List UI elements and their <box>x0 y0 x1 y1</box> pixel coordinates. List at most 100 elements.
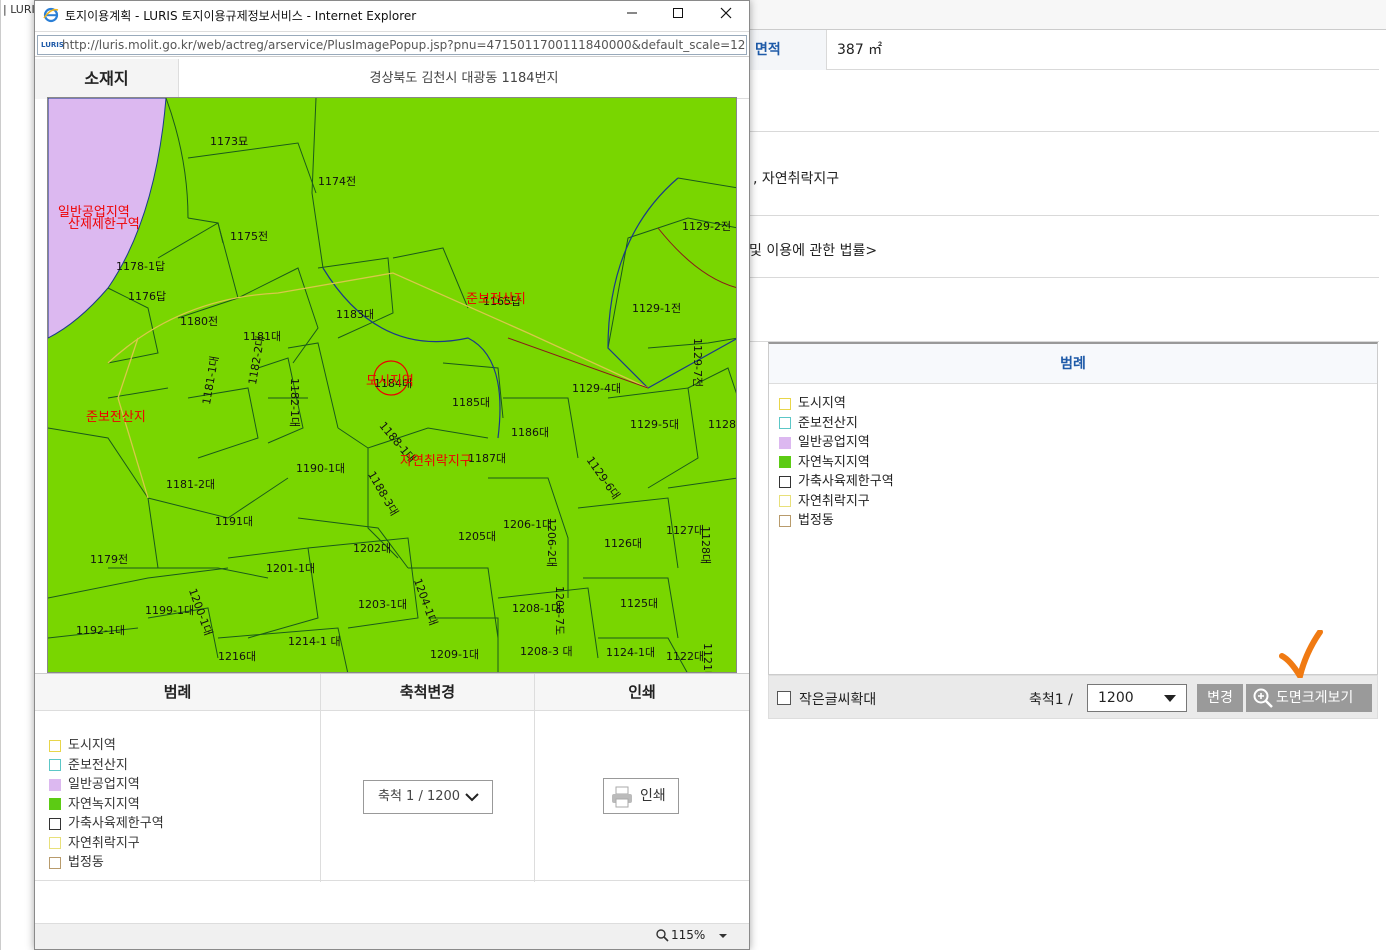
popup-scale-select[interactable]: 축척 1 / 1200 <box>363 780 493 814</box>
zone-label: 도시지역 <box>366 374 414 389</box>
legend-item: 도시지역 <box>779 394 1377 414</box>
main-legend-panel: 범례 도시지역 준보전산지 일반공업지역 자연녹지지역 가축사육제한구역 자연취락지구 법정… <box>768 342 1378 675</box>
parcel-label: 1202대 <box>353 542 392 555</box>
parcel-label: 1208-3 대 <box>520 645 573 658</box>
scale-select-value: 1200 <box>1098 690 1134 706</box>
scale-select[interactable]: 1200 <box>1087 684 1187 712</box>
popup-legend-list: 도시지역준보전산지일반공업지역자연녹지지역가축사육제한구역자연취락지구법정동 <box>35 711 320 873</box>
parcel-label: 1175전 <box>230 230 269 243</box>
minimize-icon <box>627 12 637 14</box>
area-label: 면적 <box>749 30 827 70</box>
address-field[interactable]: LURIS http://luris.molit.go.kr/web/actre… <box>37 35 747 55</box>
parcel-label: 1180전 <box>180 315 219 328</box>
legend-label: 자연취락지구 <box>68 835 140 851</box>
parcel-label: 1125대 <box>620 597 659 610</box>
legend-label: 자연취락지구 <box>798 493 870 509</box>
legend-label: 도시지역 <box>798 396 846 411</box>
area-value: 387 ㎡ <box>837 42 883 58</box>
legend-label: 가축사육제한구역 <box>798 474 894 489</box>
parcel-label: 1203-1대 <box>358 598 408 611</box>
small-font-label: 작은글씨확대 <box>799 692 877 708</box>
background-top-strip <box>748 0 1386 30</box>
popup-scale-head: 축척변경 <box>321 674 534 711</box>
zone-label: 산제제한구역 <box>68 217 140 232</box>
main-legend-title: 범례 <box>769 344 1377 384</box>
maximize-icon <box>673 8 683 18</box>
popup-scale-value: 축척 1 / 1200 <box>378 789 461 804</box>
change-scale-button[interactable]: 변경 <box>1197 684 1243 712</box>
zoom-level[interactable]: 115% <box>657 928 705 942</box>
legend-swatch <box>779 417 791 430</box>
ie-popup-window: 토지이용계획 - LURIS 토지이용규제정보서비스 - Internet Ex… <box>34 0 750 950</box>
parcel-label: 1129-2전 <box>682 220 732 233</box>
legend-label: 준보전산지 <box>68 757 128 773</box>
parcel-label: 1128대 <box>708 418 736 431</box>
parcel-label: 1129-5대 <box>630 418 680 431</box>
site-favicon: LURIS <box>41 41 64 49</box>
parcel-label: 1192-1대 <box>76 624 126 637</box>
print-button[interactable]: 인쇄 <box>603 778 679 814</box>
zoom-dropdown-icon[interactable] <box>719 934 727 938</box>
legend-item: 자연취락지구 <box>779 492 1377 512</box>
parcel-label: 1129-7전 <box>691 338 704 388</box>
parcel-label: 1185대 <box>452 396 491 409</box>
parcel-label: 1174전 <box>318 175 357 188</box>
legend-swatch <box>49 778 61 791</box>
district-text: , 자연취락지구 <box>753 171 840 187</box>
parcel-label: 1209-1대 <box>430 648 480 661</box>
legend-item: 법정동 <box>49 853 320 873</box>
legend-swatch <box>779 475 791 488</box>
legend-item: 도시지역 <box>49 736 320 756</box>
parcel-label: 1205대 <box>458 530 497 543</box>
legend-swatch <box>49 837 61 850</box>
maximize-button[interactable] <box>655 1 701 29</box>
location-label: 소재지 <box>35 59 179 99</box>
parcel-label: 1179전 <box>90 553 129 566</box>
caret-down-icon <box>1164 695 1176 702</box>
parcel-label: 1187대 <box>468 452 507 465</box>
parcel-label: 1178-1답 <box>116 260 166 273</box>
small-font-checkbox[interactable] <box>777 691 791 705</box>
parcel-label: 1183대 <box>336 308 375 321</box>
popup-print-column: 인쇄 인쇄 <box>535 674 749 882</box>
legend-swatch <box>779 514 791 527</box>
legend-label: 법정동 <box>798 513 834 528</box>
parcel-label: 1186대 <box>511 426 550 439</box>
empty-row <box>749 70 1379 132</box>
popup-scale-column: 축척변경 축척 1 / 1200 <box>321 674 535 882</box>
land-info-table: 면적 387 ㎡ , 자연취락지구 및 이용에 관한 법률> <box>748 30 1379 342</box>
location-row: 소재지 경상북도 김천시 대광동 1184번지 <box>35 59 749 99</box>
window-titlebar[interactable]: 토지이용계획 - LURIS 토지이용규제정보서비스 - Internet Ex… <box>35 1 749 29</box>
parcel-label: 1126대 <box>604 537 643 550</box>
parcel-label: 1128대 <box>699 526 712 565</box>
parcel-label: 1195답 <box>47 638 49 673</box>
parcel-label: 1176답 <box>128 290 167 303</box>
enlarge-map-label: 도면크게보기 <box>1276 690 1354 706</box>
minimize-button[interactable] <box>609 1 655 29</box>
print-button-label: 인쇄 <box>640 788 666 804</box>
parcel-label: 1129-4대 <box>572 382 622 395</box>
enlarge-map-button[interactable]: 도면크게보기 <box>1246 684 1372 712</box>
legend-label: 도시지역 <box>68 738 116 753</box>
legend-label: 일반공업지역 <box>68 777 140 792</box>
parcel-label: 1121대 <box>701 643 714 673</box>
area-row: 면적 387 ㎡ <box>749 30 1379 70</box>
popup-legend-head: 범례 <box>35 674 320 711</box>
zone-label: 자연취락지구 <box>400 454 472 469</box>
law-text: 및 이용에 관한 법률> <box>749 243 878 259</box>
zoom-in-icon <box>1253 688 1273 708</box>
legend-item: 일반공업지역 <box>49 775 320 795</box>
parcel-label: 1191대 <box>215 515 254 528</box>
close-button[interactable] <box>703 1 749 29</box>
address-url[interactable]: http://luris.molit.go.kr/web/actreg/arse… <box>62 38 746 52</box>
parcel-label: 1182-1대 <box>288 378 301 428</box>
legend-swatch <box>779 495 791 508</box>
legend-label: 가축사육제한구역 <box>68 816 164 831</box>
empty-row-2 <box>749 278 1379 342</box>
location-value: 경상북도 김천시 대광동 1184번지 <box>369 71 559 86</box>
legend-item: 자연녹지지역 <box>779 453 1377 473</box>
cadastral-map[interactable]: 1173묘 1174전 1175전 1178-1답 1176답 1180전 1181대 118… <box>47 97 737 673</box>
legend-swatch <box>49 759 61 772</box>
legend-item: 법정동 <box>779 511 1377 531</box>
legend-label: 자연녹지지역 <box>68 796 140 812</box>
